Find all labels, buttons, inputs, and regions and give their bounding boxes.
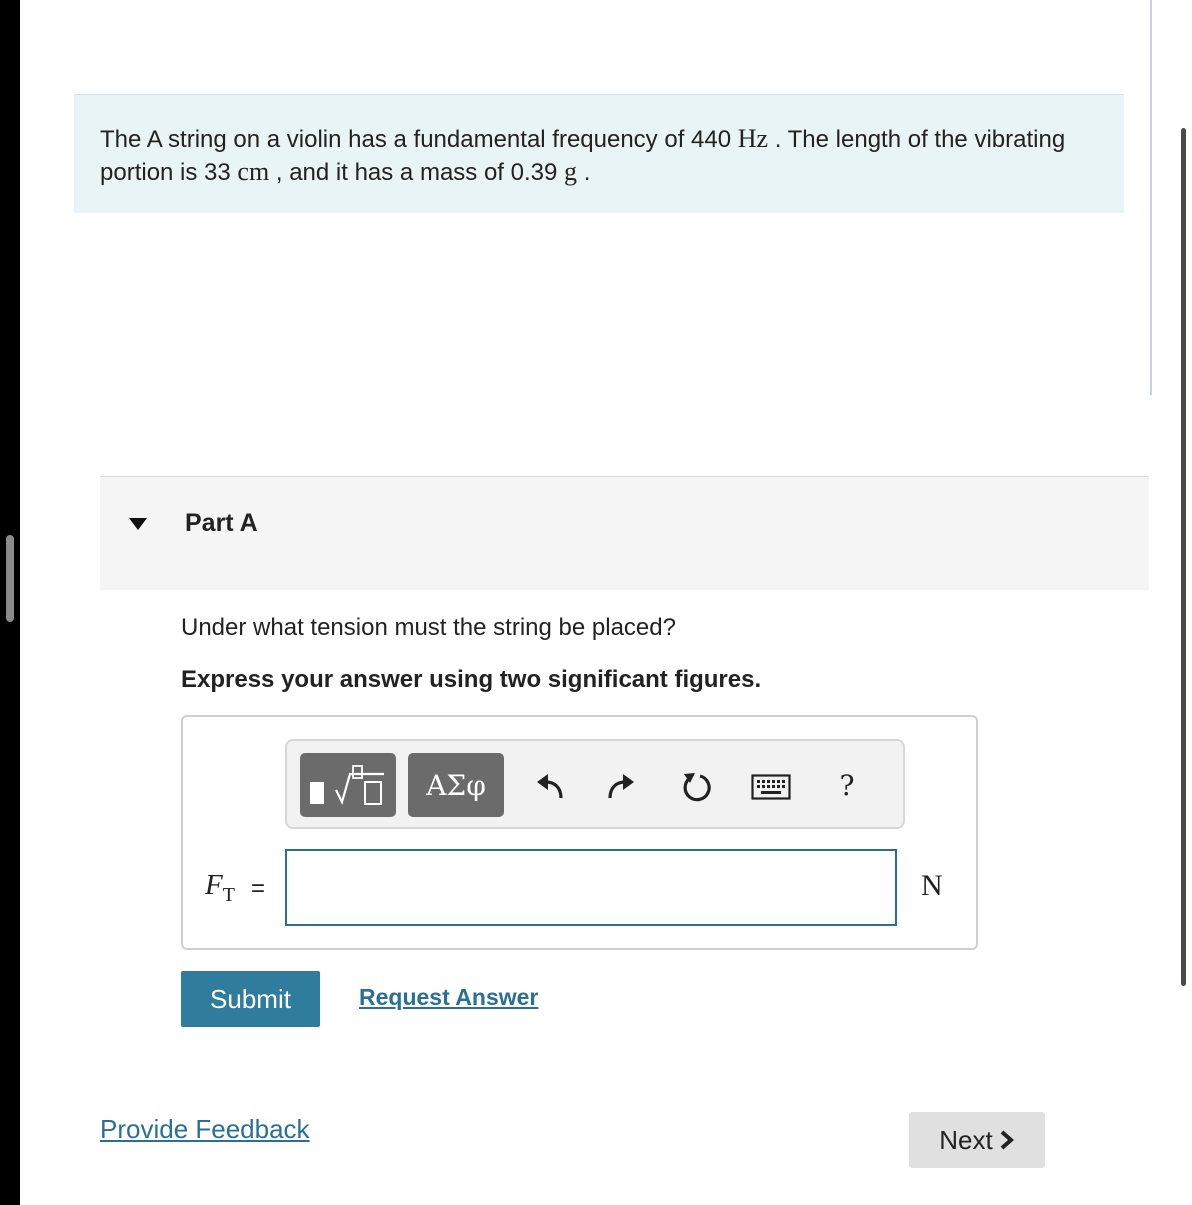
variable-label: FT bbox=[205, 869, 235, 906]
question-text: Under what tension must the string be pl… bbox=[181, 614, 676, 641]
unit-cm: cm bbox=[237, 157, 270, 186]
keyboard-icon[interactable] bbox=[751, 769, 791, 805]
instruction-text: Express your answer using two significan… bbox=[181, 666, 762, 693]
redo-icon[interactable] bbox=[601, 769, 641, 805]
templates-button[interactable] bbox=[300, 753, 396, 817]
provide-feedback-link[interactable]: Provide Feedback bbox=[100, 1114, 310, 1145]
next-label: Next bbox=[939, 1124, 993, 1155]
unit-hz: Hz bbox=[737, 124, 769, 153]
submit-button[interactable]: Submit bbox=[181, 971, 320, 1027]
part-title: Part A bbox=[185, 509, 258, 537]
part-a-header[interactable]: Part A bbox=[100, 476, 1149, 590]
answer-box: ΑΣφ ? FT = N bbox=[181, 715, 978, 950]
next-button[interactable]: Next bbox=[909, 1112, 1045, 1168]
templates-icon bbox=[310, 765, 384, 806]
divider-line bbox=[1150, 0, 1152, 395]
undo-icon[interactable] bbox=[530, 769, 570, 805]
answer-input[interactable] bbox=[285, 849, 897, 926]
problem-statement: The A string on a violin has a fundament… bbox=[74, 94, 1124, 213]
collapse-caret-icon[interactable] bbox=[129, 518, 147, 530]
left-edge-bar bbox=[0, 0, 20, 1205]
math-toolbar: ΑΣφ ? bbox=[285, 739, 905, 829]
chevron-right-icon bbox=[1000, 1130, 1014, 1150]
help-icon[interactable]: ? bbox=[827, 767, 867, 803]
unit-label: N bbox=[921, 869, 943, 902]
request-answer-link[interactable]: Request Answer bbox=[359, 984, 538, 1011]
unit-g: g bbox=[564, 157, 578, 186]
problem-text: The A string on a violin has a fundament… bbox=[100, 124, 1066, 186]
equals-sign: = bbox=[251, 875, 266, 902]
greek-symbols-button[interactable]: ΑΣφ bbox=[408, 753, 504, 817]
reset-icon[interactable] bbox=[677, 769, 717, 805]
drag-handle[interactable] bbox=[6, 535, 14, 622]
scrollbar[interactable] bbox=[1181, 128, 1186, 986]
